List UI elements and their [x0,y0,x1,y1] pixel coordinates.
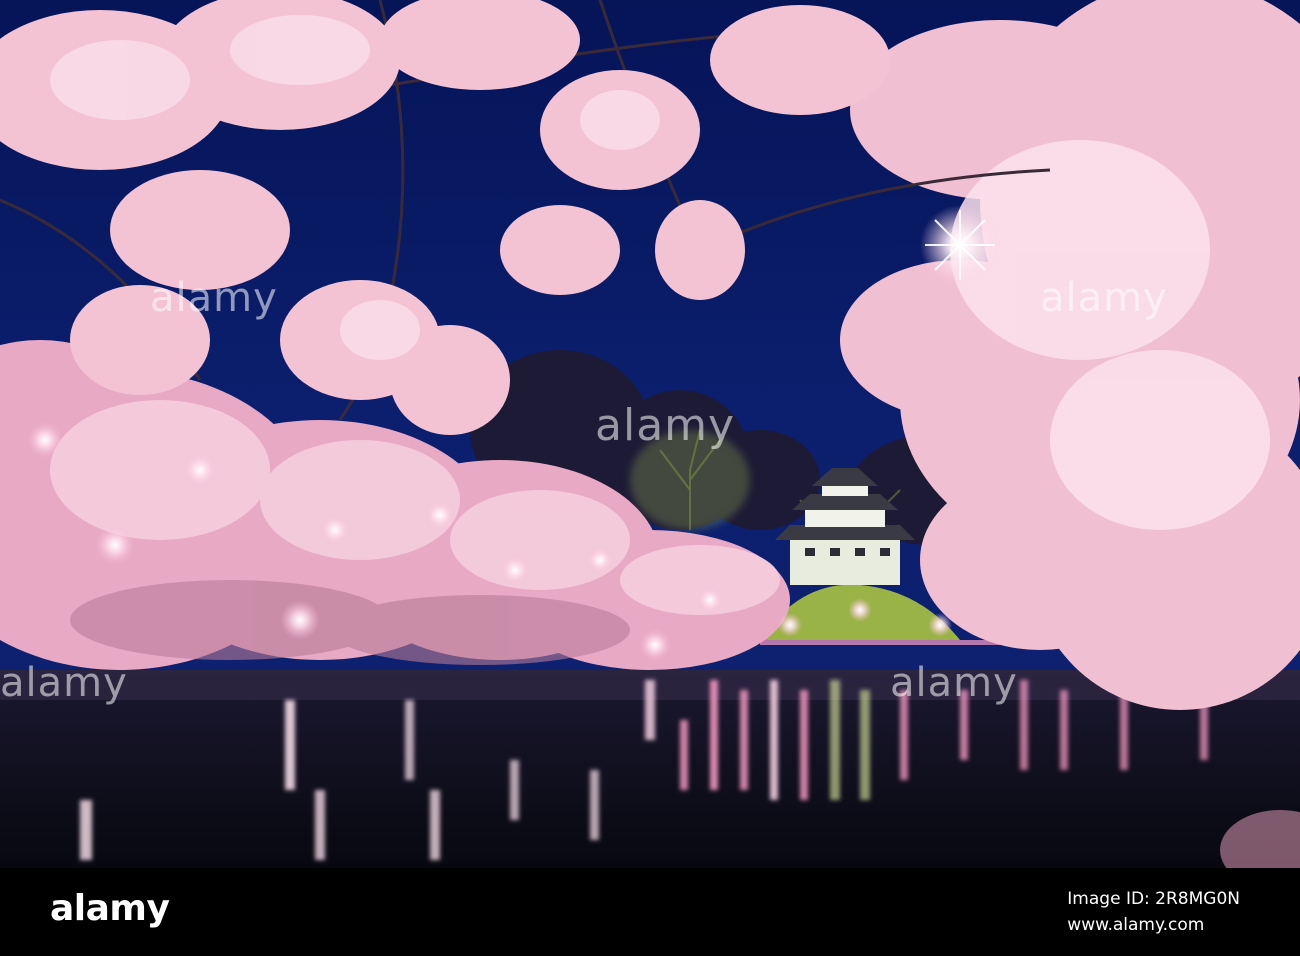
tree-glow [630,430,750,530]
site-url[interactable]: www.alamy.com [1067,912,1240,938]
footer-bar: alamy Image ID: 2R8MG0N www.alamy.com [0,868,1300,956]
image-id: Image ID: 2R8MG0N [1067,889,1240,909]
footer-meta: Image ID: 2R8MG0N www.alamy.com [1067,886,1240,938]
spotlight-star [925,210,995,280]
footer-logo[interactable]: alamy [50,888,170,929]
night-cherry-blossom-castle-photo [0,0,1300,868]
